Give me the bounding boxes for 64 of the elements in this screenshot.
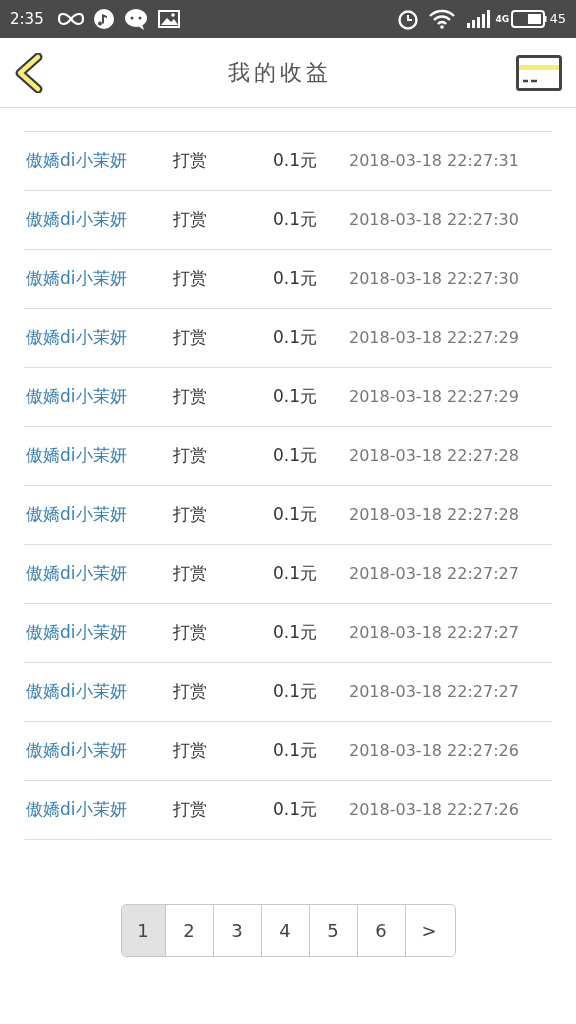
- user-name: 傲嬌di小茉妍: [25, 680, 128, 704]
- amount: 0.1元: [273, 267, 319, 291]
- amount: 0.1元: [273, 149, 319, 173]
- amount: 0.1元: [273, 208, 319, 232]
- amount: 0.1元: [273, 621, 319, 645]
- user-name: 傲嬌di小茉妍: [25, 503, 128, 527]
- amount: 0.1元: [273, 503, 319, 527]
- battery-icon: [511, 10, 548, 28]
- page-button[interactable]: >: [404, 905, 453, 956]
- timestamp: 2018-03-18 22:27:29: [349, 327, 519, 349]
- user-name: 傲嬌di小茉妍: [25, 798, 128, 822]
- user-name: 傲嬌di小茉妍: [25, 385, 128, 409]
- timestamp: 2018-03-18 22:27:26: [349, 799, 519, 821]
- timestamp: 2018-03-18 22:27:30: [349, 209, 519, 231]
- amount: 0.1元: [273, 562, 319, 586]
- earning-type: 打赏: [173, 385, 208, 409]
- battery-level: 45: [549, 10, 566, 29]
- user-name: 傲嬌di小茉妍: [25, 621, 128, 645]
- timestamp: 2018-03-18 22:27:26: [349, 740, 519, 762]
- earning-type: 打赏: [173, 739, 208, 763]
- earning-type: 打赏: [173, 267, 208, 291]
- wifi-icon: [429, 9, 456, 29]
- amount: 0.1元: [273, 680, 319, 704]
- earning-type: 打赏: [173, 562, 208, 586]
- amount: 0.1元: [273, 326, 319, 350]
- page-title: 我的收益: [228, 59, 332, 87]
- user-name: 傲嬌di小茉妍: [25, 444, 128, 468]
- user-name: 傲嬌di小茉妍: [25, 739, 128, 763]
- back-icon[interactable]: [14, 52, 44, 93]
- earning-type: 打赏: [173, 798, 208, 822]
- image-icon: [157, 10, 180, 28]
- page-button[interactable]: 1: [121, 905, 165, 956]
- timestamp: 2018-03-18 22:27:30: [349, 268, 519, 290]
- network-type: 4G: [495, 14, 508, 24]
- user-name: 傲嬌di小茉妍: [25, 267, 128, 291]
- timestamp: 2018-03-18 22:27:29: [349, 386, 519, 408]
- timestamp: 2018-03-18 22:27:28: [349, 504, 519, 526]
- infinity-icon: [57, 12, 84, 26]
- earning-type: 打赏: [173, 680, 208, 704]
- earning-type: 打赏: [173, 208, 208, 232]
- user-name: 傲嬌di小茉妍: [25, 208, 128, 232]
- chat-icon: [123, 8, 148, 30]
- earning-type: 打赏: [173, 149, 208, 173]
- timestamp: 2018-03-18 22:27:27: [349, 563, 519, 585]
- amount: 0.1元: [273, 798, 319, 822]
- earning-type: 打赏: [173, 444, 208, 468]
- signal-icon: [467, 10, 492, 28]
- amount: 0.1元: [273, 385, 319, 409]
- earning-type: 打赏: [173, 503, 208, 527]
- timestamp: 2018-03-18 22:27:28: [349, 445, 519, 467]
- music-icon: [93, 9, 114, 29]
- status-time: 2:35: [10, 8, 44, 30]
- amount: 0.1元: [273, 444, 319, 468]
- user-name: 傲嬌di小茉妍: [25, 326, 128, 350]
- card-icon[interactable]: [516, 54, 562, 91]
- timestamp: 2018-03-18 22:27:27: [349, 681, 519, 703]
- user-name: 傲嬌di小茉妍: [25, 562, 128, 586]
- amount: 0.1元: [273, 739, 319, 763]
- user-name: 傲嬌di小茉妍: [25, 149, 128, 173]
- timestamp: 2018-03-18 22:27:27: [349, 622, 519, 644]
- earning-type: 打赏: [173, 621, 208, 645]
- alarm-icon: [397, 8, 420, 30]
- earning-type: 打赏: [173, 326, 208, 350]
- timestamp: 2018-03-18 22:27:31: [349, 150, 519, 172]
